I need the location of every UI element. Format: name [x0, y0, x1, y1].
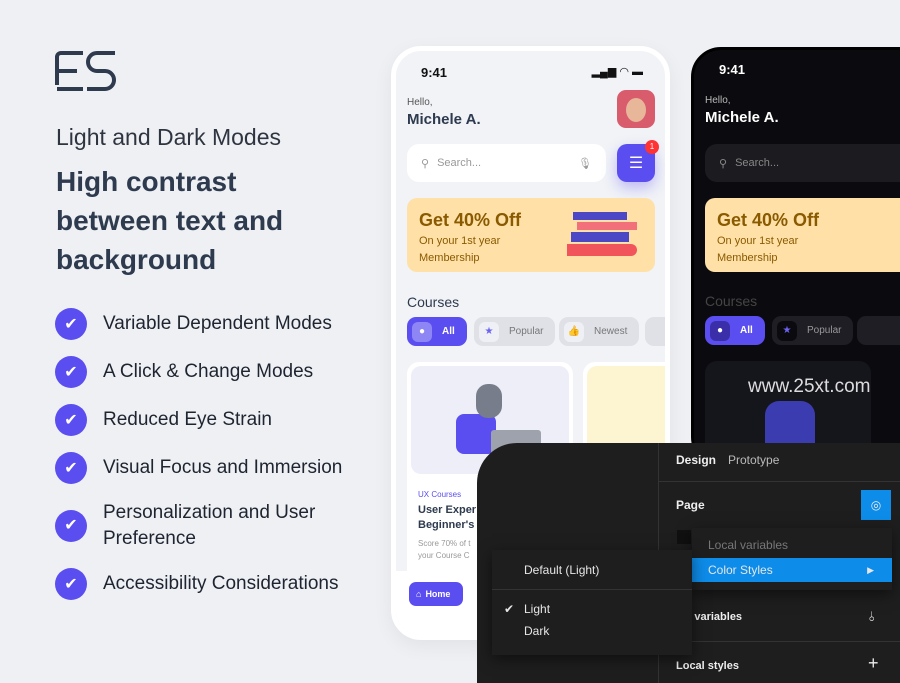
filter-button[interactable]: ☰ 1 [617, 140, 659, 182]
check-icon: ✔ [55, 452, 87, 484]
search-placeholder: Search... [437, 157, 482, 169]
feature-item: ✔ A Click & Change Modes [55, 356, 313, 388]
tab-prototype[interactable]: Prototype [728, 453, 779, 467]
promo-banner[interactable]: Get 40% Off On your 1st year Membership [407, 198, 655, 272]
chip-all[interactable]: ● All [407, 317, 467, 346]
notification-badge: 1 [645, 140, 659, 154]
check-icon: ✔ [55, 356, 87, 388]
status-time: 9:41 [719, 62, 746, 77]
section-title: Courses [705, 293, 758, 309]
section-title: Courses [407, 294, 460, 310]
avatar[interactable] [617, 90, 655, 128]
feature-label: Variable Dependent Modes [103, 313, 332, 334]
thumbs-up-icon: 👍 [564, 321, 584, 342]
menu-header: Local variables [708, 538, 789, 552]
nav-home[interactable]: ⌂ Home [409, 582, 463, 606]
search-placeholder: Search... [735, 157, 780, 169]
promo-text: On your 1st year [717, 235, 799, 247]
search-input[interactable]: ⚲Search...🎙 [705, 144, 900, 182]
sliders-icon: ☰ [628, 155, 644, 172]
variables-menu: Local variables Color Styles ▶ [692, 528, 892, 590]
chip-label: Popular [807, 325, 842, 336]
plus-icon[interactable]: + [868, 653, 879, 674]
watermark: www.25xt.com [748, 376, 871, 397]
chip-newest[interactable] [857, 316, 900, 345]
chip-all[interactable]: ● All [705, 316, 765, 345]
mic-icon[interactable]: 🎙 [578, 157, 592, 170]
greeting: Hello, [705, 95, 731, 106]
chip-label: Newest [594, 326, 628, 337]
menu-item-default[interactable]: Default (Light) [492, 550, 692, 590]
feature-item: ✔ Visual Focus and Immersion [55, 452, 342, 484]
search-icon: ⚲ [719, 157, 728, 170]
subtitle: Light and Dark Modes [56, 124, 282, 150]
dark-phone: 9:41 Hello, Michele A. ⚲Search...🎙 Get 4… [691, 47, 900, 467]
menu-item-color-styles[interactable]: Color Styles ▶ [692, 558, 892, 582]
page-label: Page [676, 498, 705, 512]
chip-label: All [740, 325, 753, 336]
feature-label: A Click & Change Modes [103, 361, 314, 382]
mode-icon: ◎ [870, 498, 882, 512]
search-icon: ⚲ [421, 157, 430, 170]
feature-label: Personalization and User Preference [103, 502, 316, 549]
caret-right-icon: ▶ [867, 564, 874, 575]
menu-label: Light [524, 602, 551, 616]
chip-label: All [442, 326, 455, 337]
feature-item: ✔ Accessibility Considerations [55, 568, 339, 600]
feature-item: ✔ Variable Dependent Modes [55, 308, 332, 340]
chip-label: Popular [509, 326, 544, 337]
menu-item-light[interactable]: ✔ Light [492, 590, 692, 616]
menu-label: Color Styles [708, 563, 773, 577]
feature-label: Visual Focus and Immersion [103, 457, 343, 478]
user-name: Michele A. [407, 111, 481, 128]
mode-menu: Default (Light) ✔ Light Dark [492, 550, 692, 655]
promo-title: Get 40% Off [717, 210, 820, 230]
chip-popular[interactable]: ★ Popular [474, 317, 556, 346]
check-icon: ✔ [55, 404, 87, 436]
check-icon: ✔ [504, 602, 515, 616]
check-icon: ✔ [55, 568, 87, 600]
feature-item: ✔ Reduced Eye Strain [55, 404, 272, 436]
check-icon: ✔ [55, 510, 87, 542]
chip-more[interactable] [645, 317, 665, 346]
fire-icon: ● [412, 321, 432, 342]
status-time: 9:41 [421, 65, 448, 80]
promo-text: Membership [717, 252, 778, 264]
star-icon: ★ [479, 321, 499, 342]
feature-item: ✔ Personalization and User Preference [55, 500, 345, 552]
variable-mode-button[interactable]: ◎ [861, 490, 891, 520]
search-input[interactable]: ⚲ Search... 🎙 [407, 144, 606, 182]
sliders-icon[interactable]: ⫰ [869, 609, 875, 625]
chip-popular[interactable]: ★ Popular [772, 316, 854, 345]
menu-item-dark[interactable]: Dark [492, 616, 692, 638]
fire-icon: ● [710, 320, 730, 341]
feature-label: Reduced Eye Strain [103, 409, 272, 430]
local-styles-row[interactable]: Local styles [676, 660, 739, 672]
tab-design[interactable]: Design [676, 453, 716, 467]
home-icon: ⌂ [416, 589, 422, 599]
nav-label: Home [425, 589, 451, 599]
books-illustration [567, 212, 637, 258]
star-icon: ★ [777, 320, 797, 341]
user-name: Michele A. [705, 109, 779, 126]
brand-logo [55, 51, 116, 91]
check-icon: ✔ [55, 308, 87, 340]
feature-label: Accessibility Considerations [103, 573, 339, 594]
promo-banner[interactable]: Get 40% Off On your 1st year Membership [705, 198, 900, 272]
chip-newest[interactable]: 👍 Newest [559, 317, 640, 346]
status-icons: ▂▄▆ ◠ ▬ [591, 66, 643, 78]
page-title: High contrast between text and backgroun… [56, 166, 284, 275]
greeting: Hello, [407, 97, 433, 108]
